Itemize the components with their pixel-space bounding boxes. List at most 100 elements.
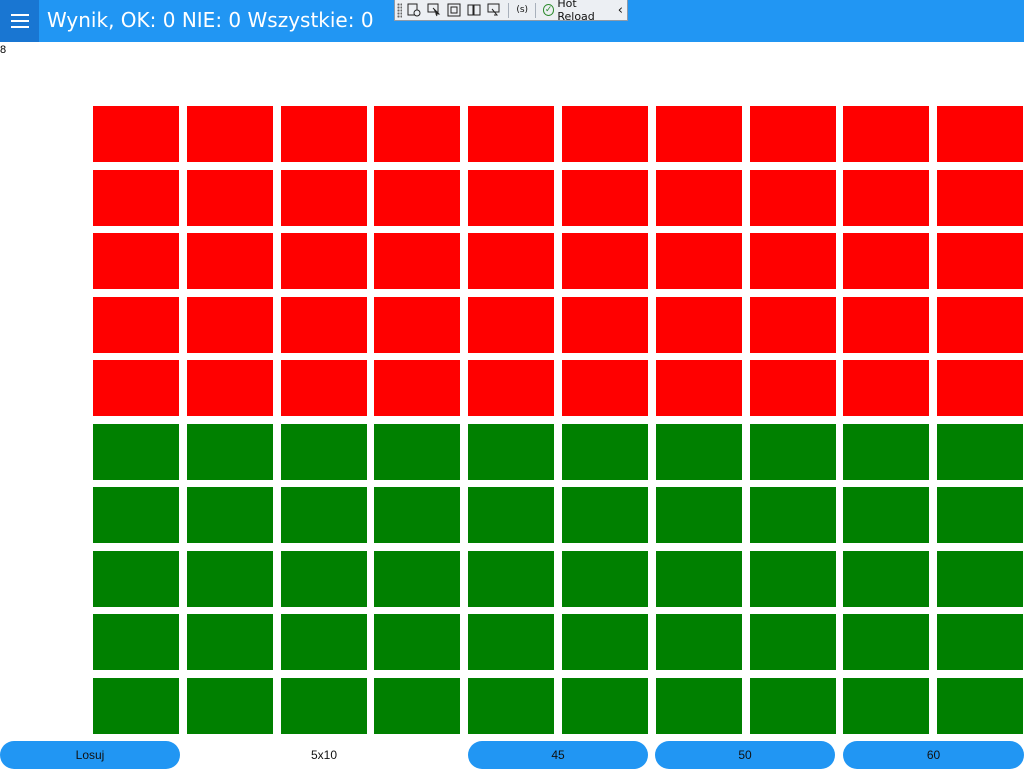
- tile-r10-c7[interactable]: [656, 678, 742, 734]
- option-button-60[interactable]: 60: [843, 741, 1024, 769]
- tile-r3-c1[interactable]: [93, 233, 179, 289]
- tile-r1-c1[interactable]: [93, 106, 179, 162]
- tile-r1-c8[interactable]: [750, 106, 836, 162]
- tile-r7-c5[interactable]: [468, 487, 554, 543]
- tile-r10-c10[interactable]: [937, 678, 1023, 734]
- tile-r10-c5[interactable]: [468, 678, 554, 734]
- select-element-icon[interactable]: [426, 1, 443, 19]
- tile-r6-c2[interactable]: [187, 424, 273, 480]
- tile-r4-c9[interactable]: [843, 297, 929, 353]
- tile-r2-c2[interactable]: [187, 170, 273, 226]
- tile-r8-c3[interactable]: [281, 551, 367, 607]
- tile-r9-c2[interactable]: [187, 614, 273, 670]
- tile-r7-c10[interactable]: [937, 487, 1023, 543]
- bind-failures-icon[interactable]: [485, 1, 502, 19]
- tile-r10-c9[interactable]: [843, 678, 929, 734]
- tile-r5-c1[interactable]: [93, 360, 179, 416]
- tile-r2-c1[interactable]: [93, 170, 179, 226]
- tile-r9-c4[interactable]: [374, 614, 460, 670]
- tile-r1-c2[interactable]: [187, 106, 273, 162]
- hot-reload-button[interactable]: ✓ Hot Reload: [539, 0, 618, 23]
- tile-r10-c4[interactable]: [374, 678, 460, 734]
- tile-r1-c4[interactable]: [374, 106, 460, 162]
- tile-r7-c4[interactable]: [374, 487, 460, 543]
- tile-r2-c8[interactable]: [750, 170, 836, 226]
- tile-r8-c4[interactable]: [374, 551, 460, 607]
- option-button-50[interactable]: 50: [655, 741, 835, 769]
- tile-r4-c5[interactable]: [468, 297, 554, 353]
- tile-r3-c7[interactable]: [656, 233, 742, 289]
- tile-r4-c1[interactable]: [93, 297, 179, 353]
- tile-r4-c7[interactable]: [656, 297, 742, 353]
- draw-button[interactable]: Losuj: [0, 741, 180, 769]
- tile-r5-c3[interactable]: [281, 360, 367, 416]
- live-visual-tree-icon[interactable]: [406, 1, 423, 19]
- tile-r10-c8[interactable]: [750, 678, 836, 734]
- tile-r2-c9[interactable]: [843, 170, 929, 226]
- tile-r5-c2[interactable]: [187, 360, 273, 416]
- tile-r6-c9[interactable]: [843, 424, 929, 480]
- tile-r8-c9[interactable]: [843, 551, 929, 607]
- tile-r2-c3[interactable]: [281, 170, 367, 226]
- tile-r9-c5[interactable]: [468, 614, 554, 670]
- tile-r5-c9[interactable]: [843, 360, 929, 416]
- tile-r9-c9[interactable]: [843, 614, 929, 670]
- tile-r10-c2[interactable]: [187, 678, 273, 734]
- tile-r6-c8[interactable]: [750, 424, 836, 480]
- tile-r5-c7[interactable]: [656, 360, 742, 416]
- tile-r3-c4[interactable]: [374, 233, 460, 289]
- tile-r5-c6[interactable]: [562, 360, 648, 416]
- tile-r4-c4[interactable]: [374, 297, 460, 353]
- tile-r2-c6[interactable]: [562, 170, 648, 226]
- tile-r4-c2[interactable]: [187, 297, 273, 353]
- track-focused-element-icon[interactable]: [466, 1, 483, 19]
- tile-r7-c3[interactable]: [281, 487, 367, 543]
- tile-r7-c1[interactable]: [93, 487, 179, 543]
- tile-r7-c2[interactable]: [187, 487, 273, 543]
- tile-r2-c5[interactable]: [468, 170, 554, 226]
- chevron-left-icon[interactable]: ‹: [618, 3, 623, 18]
- tile-r1-c6[interactable]: [562, 106, 648, 162]
- tile-r3-c5[interactable]: [468, 233, 554, 289]
- tile-r1-c9[interactable]: [843, 106, 929, 162]
- tile-r1-c10[interactable]: [937, 106, 1023, 162]
- tile-r1-c7[interactable]: [656, 106, 742, 162]
- tile-r3-c3[interactable]: [281, 233, 367, 289]
- tile-r8-c7[interactable]: [656, 551, 742, 607]
- tile-r4-c6[interactable]: [562, 297, 648, 353]
- tile-r4-c3[interactable]: [281, 297, 367, 353]
- tile-r8-c10[interactable]: [937, 551, 1023, 607]
- tile-r6-c6[interactable]: [562, 424, 648, 480]
- tile-r5-c10[interactable]: [937, 360, 1023, 416]
- tile-r3-c8[interactable]: [750, 233, 836, 289]
- tile-r9-c3[interactable]: [281, 614, 367, 670]
- option-button-45[interactable]: 45: [468, 741, 648, 769]
- toolbar-grip-icon[interactable]: [397, 2, 402, 18]
- tile-r7-c7[interactable]: [656, 487, 742, 543]
- tile-r7-c9[interactable]: [843, 487, 929, 543]
- tile-r6-c5[interactable]: [468, 424, 554, 480]
- tile-r8-c1[interactable]: [93, 551, 179, 607]
- tile-r9-c7[interactable]: [656, 614, 742, 670]
- tile-r8-c2[interactable]: [187, 551, 273, 607]
- tile-r9-c8[interactable]: [750, 614, 836, 670]
- tile-r8-c8[interactable]: [750, 551, 836, 607]
- tile-r10-c6[interactable]: [562, 678, 648, 734]
- tile-r7-c6[interactable]: [562, 487, 648, 543]
- tile-r2-c10[interactable]: [937, 170, 1023, 226]
- tile-r9-c1[interactable]: [93, 614, 179, 670]
- tile-r3-c10[interactable]: [937, 233, 1023, 289]
- tile-r8-c6[interactable]: [562, 551, 648, 607]
- tile-r3-c2[interactable]: [187, 233, 273, 289]
- hamburger-menu-button[interactable]: [0, 0, 39, 42]
- tile-r5-c8[interactable]: [750, 360, 836, 416]
- tile-r4-c8[interactable]: [750, 297, 836, 353]
- tile-r1-c5[interactable]: [468, 106, 554, 162]
- tile-r5-c4[interactable]: [374, 360, 460, 416]
- tile-r7-c8[interactable]: [750, 487, 836, 543]
- display-layout-adorners-icon[interactable]: [446, 1, 463, 19]
- tile-r6-c1[interactable]: [93, 424, 179, 480]
- tile-r6-c7[interactable]: [656, 424, 742, 480]
- tile-r10-c3[interactable]: [281, 678, 367, 734]
- tile-r9-c6[interactable]: [562, 614, 648, 670]
